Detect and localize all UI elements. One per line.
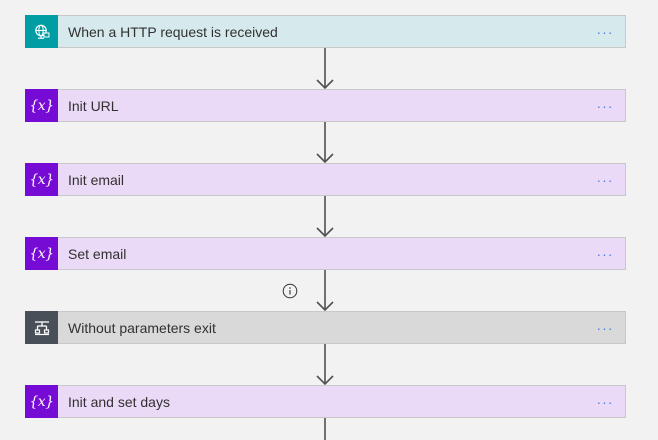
variable-icon: {x} (25, 237, 58, 270)
step-title: Set email (68, 245, 127, 262)
step-init-email[interactable]: {x} Init email ··· (25, 163, 626, 196)
more-options-button[interactable]: ··· (591, 99, 619, 113)
connector-arrow (316, 196, 334, 238)
step-title: Init and set days (68, 393, 170, 410)
step-init-url[interactable]: {x} Init URL ··· (25, 89, 626, 122)
info-icon[interactable] (282, 283, 298, 299)
more-options-button[interactable]: ··· (591, 321, 619, 335)
more-options-button[interactable]: ··· (591, 173, 619, 187)
connector-arrow (316, 48, 334, 90)
step-without-parameters-exit[interactable]: Without parameters exit ··· (25, 311, 626, 344)
more-options-button[interactable]: ··· (591, 25, 619, 39)
step-http-request-trigger[interactable]: When a HTTP request is received ··· (25, 15, 626, 48)
step-set-email[interactable]: {x} Set email ··· (25, 237, 626, 270)
more-options-button[interactable]: ··· (591, 247, 619, 261)
variable-icon: {x} (25, 89, 58, 122)
more-options-button[interactable]: ··· (591, 395, 619, 409)
step-title: Without parameters exit (68, 319, 216, 336)
connector-arrow (316, 270, 334, 312)
variable-icon: {x} (25, 163, 58, 196)
step-init-and-set-days[interactable]: {x} Init and set days ··· (25, 385, 626, 418)
step-title: When a HTTP request is received (68, 23, 278, 40)
connector-line (324, 418, 326, 440)
condition-icon (25, 311, 58, 344)
flow-canvas: When a HTTP request is received ··· {x} … (0, 0, 658, 440)
http-request-icon (25, 15, 58, 48)
connector-arrow (316, 122, 334, 164)
step-title: Init URL (68, 97, 119, 114)
variable-icon: {x} (25, 385, 58, 418)
connector-arrow (316, 344, 334, 386)
step-title: Init email (68, 171, 125, 188)
